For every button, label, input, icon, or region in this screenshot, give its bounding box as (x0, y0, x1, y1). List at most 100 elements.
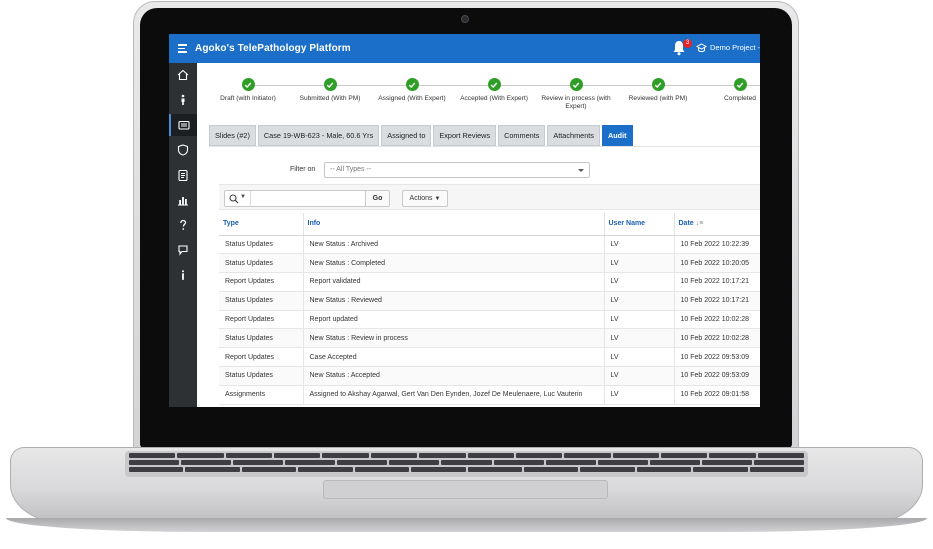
menu-icon[interactable] (169, 34, 195, 63)
cell-user: LV (604, 310, 675, 330)
sidebar (169, 63, 197, 407)
tab-slides[interactable]: Slides (#2) (209, 125, 256, 146)
filter-selected-value: -- All Types -- (330, 166, 372, 173)
person-icon (181, 94, 185, 105)
cell-date: 10 Feb 2022 09:01:58 (674, 385, 760, 405)
filter-label: Filter on (290, 166, 316, 173)
caret-down-icon (578, 169, 584, 172)
step-label: Completed (724, 95, 756, 102)
column-header-date[interactable]: Date ↓≡ (674, 213, 760, 236)
sidebar-item-cases[interactable] (169, 114, 197, 136)
step-label: Accepted (With Expert) (460, 95, 528, 102)
cell-type: Status Updates (219, 253, 304, 274)
check-icon (569, 78, 583, 91)
cell-date: 10 Feb 2022 10:20:05 (674, 253, 760, 274)
cell-date: 10 Feb 2022 10:17:21 (674, 272, 760, 292)
report-toolbar: ▼ Go Actions ▼ (219, 184, 760, 210)
keyboard (125, 451, 808, 477)
table-row: Assignments Assigned to Akshay Agarwal, … (219, 385, 760, 405)
cell-user: LV (604, 291, 675, 311)
check-icon (733, 78, 747, 91)
step-draft: Draft (with Initiator) (203, 78, 293, 103)
project-icon (696, 43, 707, 53)
table-row: Status Updates New Status : Completed LV… (219, 253, 760, 274)
chevron-down-icon[interactable]: ▼ (240, 194, 246, 200)
tab-attachments[interactable]: Attachments (547, 125, 600, 146)
cell-date: 10 Feb 2022 10:22:39 (674, 235, 760, 255)
cell-user: LV (604, 272, 675, 292)
tab-comments[interactable]: Comments (498, 125, 546, 146)
cell-date: 10 Feb 2022 10:02:28 (674, 328, 760, 349)
clipboard-icon (178, 169, 188, 181)
bar-chart-icon (178, 197, 188, 206)
sidebar-item-reports[interactable] (169, 164, 197, 186)
audit-panel: Filter on -- All Types -- ▼ Go Actions ▼ (209, 146, 760, 407)
column-header-user[interactable]: User Name (604, 213, 675, 236)
tab-case[interactable]: Case 19-WB-623 - Male, 60.6 Yrs (257, 125, 380, 146)
step-review-in-process: Review in process (with Expert) (531, 78, 621, 111)
sidebar-item-security[interactable] (169, 139, 197, 161)
cell-info: New Status : Completed (303, 253, 605, 274)
cell-info: Assigned to Akshay Agarwal, Gert Van Den… (303, 385, 605, 405)
cell-info: Report validated (303, 272, 605, 292)
table-row: Report Updates Case Accepted LV 10 Feb 2… (219, 347, 760, 368)
chevron-down-icon: ▼ (434, 195, 441, 202)
cell-type: Status Updates (219, 291, 304, 311)
check-icon (405, 78, 419, 91)
cell-user: LV (604, 347, 675, 368)
column-header-info[interactable]: Info (303, 213, 605, 236)
chat-icon (178, 245, 188, 256)
cell-info: New Status : Accepted (303, 366, 605, 386)
cell-info: New Status : Archived (303, 235, 605, 255)
cell-type: Report Updates (219, 272, 304, 292)
date-header-label: Date (678, 220, 694, 228)
step-label: Assigned (With Expert) (378, 95, 446, 102)
step-label: Review in process (with Expert) (541, 95, 611, 110)
tab-audit[interactable]: Audit (601, 125, 633, 146)
step-reviewed: Reviewed (with PM) (613, 78, 703, 103)
cell-type: Status Updates (219, 328, 304, 349)
column-header-type[interactable]: Type (219, 213, 304, 236)
app-title: Agoko's TelePathology Platform (195, 43, 351, 54)
check-icon (487, 78, 501, 91)
tab-assigned-to[interactable]: Assigned to (381, 125, 432, 146)
case-icon (178, 120, 190, 130)
table-row: Report Updates Report updated LV 10 Feb … (219, 310, 760, 330)
workflow-progress: Draft (with Initiator) Submitted (With P… (197, 63, 760, 119)
search-icon[interactable] (229, 194, 239, 204)
trackpad (323, 480, 608, 499)
top-bar: Agoko's TelePathology Platform 3 Demo Pr… (169, 34, 760, 63)
sidebar-item-home[interactable] (169, 64, 197, 86)
check-icon (651, 78, 665, 91)
cell-user: LV (604, 366, 675, 386)
step-assigned: Assigned (With Expert) (367, 78, 457, 103)
cell-info: Report updated (303, 310, 605, 330)
sidebar-item-statistics[interactable] (169, 189, 197, 211)
tab-export-reviews[interactable]: Export Reviews (433, 125, 497, 146)
actions-label: Actions (409, 195, 433, 202)
sidebar-item-person[interactable] (169, 89, 197, 111)
cell-user: LV (604, 235, 675, 255)
step-label: Submitted (With PM) (299, 95, 361, 102)
step-label: Reviewed (with PM) (628, 95, 688, 102)
cell-date: 10 Feb 2022 10:17:21 (674, 291, 760, 311)
sidebar-item-help[interactable] (169, 214, 197, 236)
app-screen: Agoko's TelePathology Platform 3 Demo Pr… (169, 34, 760, 407)
table-row: Status Updates New Status : Reviewed LV … (219, 291, 760, 311)
cell-type: Report Updates (219, 310, 304, 330)
shield-icon (177, 144, 189, 156)
go-button[interactable]: Go (365, 191, 389, 206)
sort-desc-icon: ↓≡ (695, 220, 704, 228)
search-input[interactable] (250, 191, 366, 206)
actions-menu-button[interactable]: Actions ▼ (402, 190, 448, 207)
sidebar-item-feedback[interactable] (169, 239, 197, 261)
sidebar-item-info[interactable] (169, 264, 197, 286)
search-bar: ▼ Go (224, 190, 390, 207)
check-icon (241, 78, 255, 91)
table-row: Status Updates New Status : Accepted LV … (219, 366, 760, 386)
cell-type: Status Updates (219, 235, 304, 255)
project-selector[interactable]: Demo Project - P (710, 43, 760, 52)
step-label: Draft (with Initiator) (220, 95, 276, 102)
filter-type-select[interactable]: -- All Types -- (324, 162, 590, 178)
cell-info: Case Accepted (303, 347, 605, 368)
